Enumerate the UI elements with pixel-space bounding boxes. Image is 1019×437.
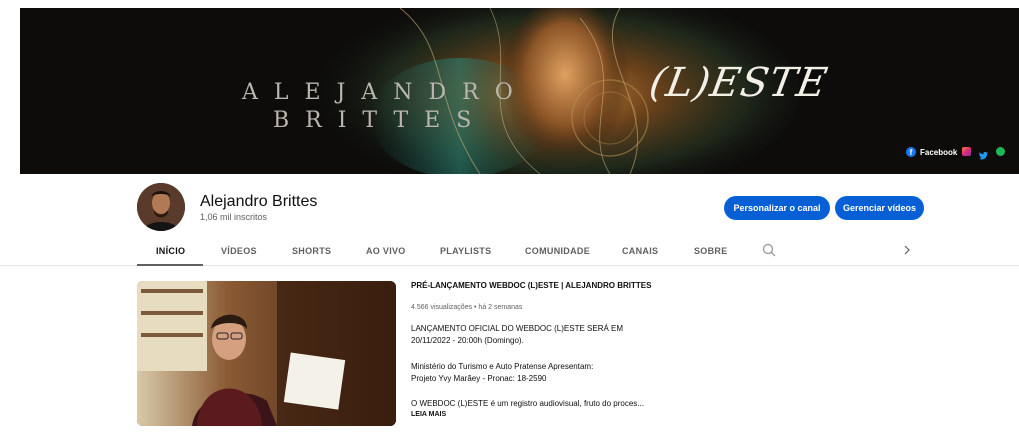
channel-name: Alejandro Brittes [200,193,318,210]
facebook-icon: f [906,147,916,157]
instagram-icon[interactable] [962,147,971,156]
banner-name-last: BRITTES [273,108,488,133]
tab-inicio[interactable]: INÍCIO [156,246,185,256]
tab-comunidade[interactable]: COMUNIDADE [525,246,590,256]
read-more-link[interactable]: LEIA MAIS [411,411,446,418]
tab-videos[interactable]: VÍDEOS [221,246,257,256]
description-line: 20/11/2022 - 20:00h (Domingo). [411,336,524,345]
channel-avatar[interactable] [137,183,185,231]
facebook-label: Facebook [920,147,958,157]
tab-canais[interactable]: CANAIS [622,246,658,256]
twitter-icon[interactable] [979,147,988,160]
description-line: Projeto Yvy Marãey - Pronac: 18-2590 [411,374,547,383]
chevron-right-icon[interactable] [902,243,912,257]
facebook-link[interactable]: f Facebook [906,147,957,157]
featured-video-title[interactable]: PRÉ-LANÇAMENTO WEBDOC (L)ESTE | ALEJANDR… [411,281,651,290]
featured-video-meta: 4.566 visualizações • há 2 semanas [411,304,523,311]
customize-channel-button[interactable]: Personalizar o canal [724,196,830,220]
spotify-icon[interactable] [996,147,1005,156]
featured-video-thumbnail[interactable] [137,281,396,426]
manage-videos-button[interactable]: Gerenciar vídeos [835,196,924,220]
subscriber-count: 1,06 mil inscritos [200,212,268,222]
channel-banner: ALEJANDRO BRITTES (L)ESTE f Facebook [20,8,1019,174]
description-line: O WEBDOC (L)ESTE é um registro audiovisu… [411,399,644,408]
description-line: LANÇAMENTO OFICIAL DO WEBDOC (L)ESTE SER… [411,324,624,333]
tab-playlists[interactable]: PLAYLISTS [440,246,491,256]
description-line: Ministério do Turismo e Auto Pratense Ap… [411,362,594,371]
tab-ao-vivo[interactable]: AO VIVO [366,246,406,256]
banner-name-first: ALEJANDRO [242,80,529,105]
thumbnail-image [137,281,396,426]
avatar-image [137,183,185,231]
banner-project-title: (L)ESTE [645,60,832,106]
active-tab-indicator [137,264,203,266]
social-links [962,147,1005,160]
tab-shorts[interactable]: SHORTS [292,246,331,256]
search-icon[interactable] [762,243,776,257]
channel-tabs: INÍCIO VÍDEOS SHORTS AO VIVO PLAYLISTS C… [0,236,1019,266]
tab-sobre[interactable]: SOBRE [694,246,728,256]
